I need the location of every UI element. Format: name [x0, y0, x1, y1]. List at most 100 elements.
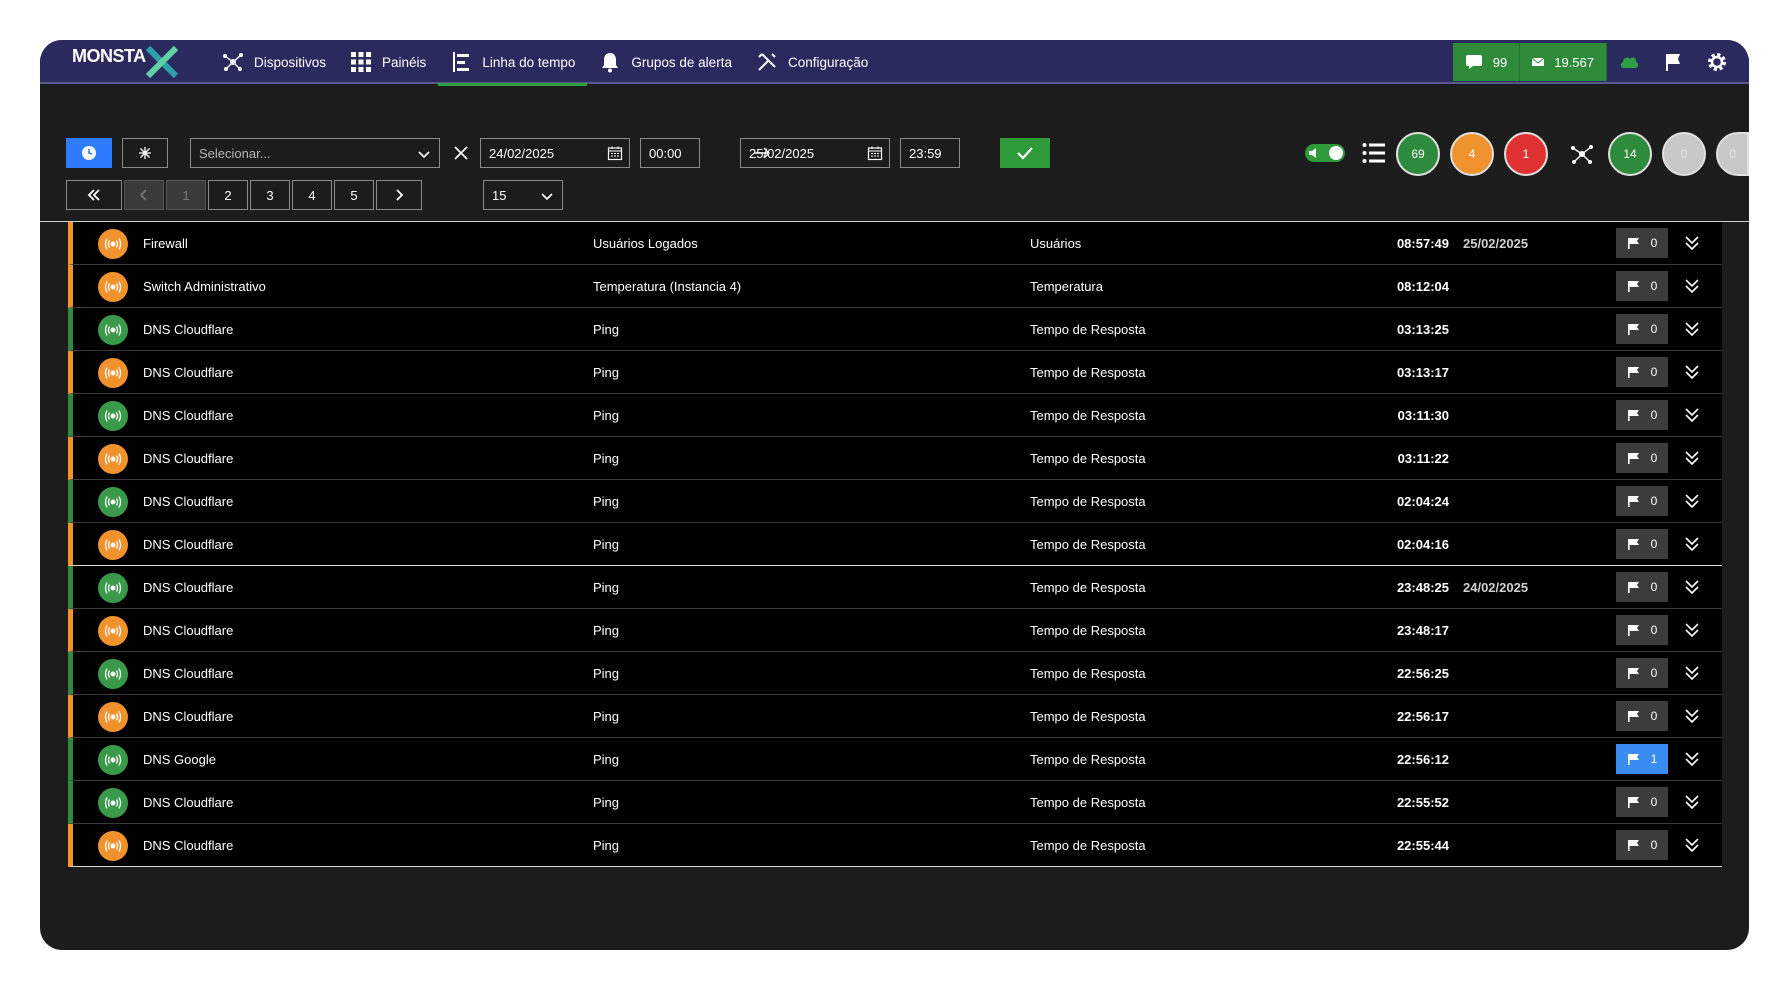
per-page-select[interactable]: 15	[483, 180, 563, 210]
sound-toggle[interactable]	[1305, 144, 1345, 162]
email-counter[interactable]: 19.567	[1520, 43, 1607, 81]
page-2[interactable]: 2	[208, 180, 248, 210]
timeline-row[interactable]: Firewall Usuários Logados Usuários 08:57…	[68, 222, 1722, 265]
timeline-row[interactable]: DNS Cloudflare Ping Tempo de Resposta 03…	[68, 351, 1722, 394]
flag-count-button[interactable]: 0	[1616, 658, 1668, 688]
page-5[interactable]: 5	[334, 180, 374, 210]
monitor-name: Ping	[593, 493, 620, 509]
nav-dispositivos[interactable]: Dispositivos	[210, 40, 338, 84]
event-time: 22:55:44	[1396, 837, 1449, 853]
double-chevron-down-icon[interactable]	[1683, 621, 1701, 639]
signal-icon	[104, 410, 122, 422]
chevron-down-icon	[418, 151, 430, 159]
prev-page-button[interactable]	[124, 180, 164, 210]
device-ok-counter[interactable]: 14	[1608, 132, 1652, 176]
time-mode-button[interactable]	[66, 138, 112, 168]
timeline-row[interactable]: DNS Cloudflare Ping Tempo de Resposta 22…	[68, 781, 1722, 824]
start-date-input[interactable]: 24/02/2025	[480, 138, 630, 168]
page-3[interactable]: 3	[250, 180, 290, 210]
flag-button[interactable]	[1651, 40, 1695, 84]
double-chevron-down-icon[interactable]	[1683, 277, 1701, 295]
cloud-button[interactable]	[1607, 40, 1651, 84]
settings-button[interactable]	[1695, 40, 1739, 84]
device-paused-counter[interactable]: 0	[1716, 132, 1749, 176]
timeline-row[interactable]: DNS Cloudflare Ping Tempo de Resposta 02…	[68, 523, 1722, 566]
next-page-button[interactable]	[376, 180, 422, 210]
monitor-name: Usuários Logados	[593, 235, 698, 251]
signal-icon	[104, 324, 122, 336]
double-chevron-down-icon[interactable]	[1683, 535, 1701, 553]
list-icon[interactable]	[1362, 142, 1386, 164]
flag-count-button[interactable]: 0	[1616, 486, 1668, 516]
double-chevron-down-icon[interactable]	[1683, 793, 1701, 811]
flag-count: 0	[1650, 623, 1658, 637]
flag-count-button[interactable]: 0	[1616, 271, 1668, 301]
flag-count: 0	[1650, 537, 1658, 551]
double-chevron-down-icon[interactable]	[1683, 750, 1701, 768]
double-chevron-down-icon[interactable]	[1683, 363, 1701, 381]
first-page-button[interactable]	[66, 180, 122, 210]
clear-icon[interactable]	[452, 144, 470, 162]
flag-count-button[interactable]: 0	[1616, 357, 1668, 387]
toggle-knob	[1329, 146, 1343, 160]
flag-count-button[interactable]: 0	[1616, 228, 1668, 258]
monitor-name: Ping	[593, 665, 620, 681]
network-icon[interactable]	[1570, 142, 1594, 166]
sms-counter[interactable]: 99	[1452, 43, 1521, 81]
double-chevron-down-icon[interactable]	[1683, 492, 1701, 510]
double-chevron-left-icon	[87, 189, 100, 201]
flag-icon	[1627, 410, 1639, 421]
flag-count-button[interactable]: 1	[1616, 744, 1668, 774]
double-chevron-down-icon[interactable]	[1683, 406, 1701, 424]
device-select[interactable]: Selecionar...	[190, 138, 440, 168]
nav-paineis[interactable]: Painéis	[338, 40, 438, 84]
timeline-row[interactable]: DNS Cloudflare Ping Tempo de Resposta 22…	[68, 824, 1722, 867]
flag-count-button[interactable]: 0	[1616, 314, 1668, 344]
timeline-row[interactable]: Switch Administrativo Temperatura (Insta…	[68, 265, 1722, 308]
double-chevron-down-icon[interactable]	[1683, 578, 1701, 596]
device-unknown-counter[interactable]: 0	[1662, 132, 1706, 176]
end-time-input[interactable]: 23:59	[900, 138, 960, 168]
timeline-row[interactable]: DNS Cloudflare Ping Tempo de Resposta 03…	[68, 308, 1722, 351]
chevron-left-icon	[139, 189, 147, 201]
page-1[interactable]: 1	[166, 180, 206, 210]
end-date-input[interactable]: 25/02/2025	[740, 138, 890, 168]
double-chevron-down-icon[interactable]	[1683, 320, 1701, 338]
timeline-row[interactable]: DNS Cloudflare Ping Tempo de Resposta 02…	[68, 480, 1722, 523]
nav-grupos-de-alerta[interactable]: Grupos de alerta	[587, 40, 744, 84]
flag-count-button[interactable]: 0	[1616, 787, 1668, 817]
timeline-row[interactable]: DNS Cloudflare Ping Tempo de Resposta 03…	[68, 437, 1722, 480]
snowflake-button[interactable]	[122, 138, 168, 168]
timeline-row[interactable]: DNS Cloudflare Ping Tempo de Resposta 23…	[68, 609, 1722, 652]
critical-counter[interactable]: 1	[1504, 132, 1548, 176]
status-icon-wrap	[98, 702, 128, 732]
double-chevron-down-icon[interactable]	[1683, 707, 1701, 725]
double-chevron-down-icon[interactable]	[1683, 234, 1701, 252]
flag-count-button[interactable]: 0	[1616, 443, 1668, 473]
double-chevron-down-icon[interactable]	[1683, 449, 1701, 467]
flag-count-button[interactable]: 0	[1616, 572, 1668, 602]
start-time-input[interactable]: 00:00	[640, 138, 700, 168]
timeline-row[interactable]: DNS Google Ping Tempo de Resposta 22:56:…	[68, 738, 1722, 781]
logo[interactable]: MONSTA	[72, 45, 179, 79]
timeline-row[interactable]: DNS Cloudflare Ping Tempo de Resposta 22…	[68, 652, 1722, 695]
warn-counter[interactable]: 4	[1450, 132, 1494, 176]
timeline-row[interactable]: DNS Cloudflare Ping Tempo de Resposta 23…	[68, 566, 1722, 609]
nav-linha-do-tempo[interactable]: Linha do tempo	[438, 40, 588, 86]
double-chevron-down-icon[interactable]	[1683, 664, 1701, 682]
flag-count-button[interactable]: 0	[1616, 400, 1668, 430]
double-chevron-down-icon[interactable]	[1683, 836, 1701, 854]
ok-counter[interactable]: 69	[1396, 132, 1440, 176]
flag-count-button[interactable]: 0	[1616, 701, 1668, 731]
event-time: 22:55:52	[1396, 794, 1449, 810]
flag-count-button[interactable]: 0	[1616, 830, 1668, 860]
device-name: DNS Cloudflare	[143, 450, 234, 466]
event-time: 03:11:22	[1397, 450, 1449, 466]
flag-count-button[interactable]: 0	[1616, 615, 1668, 645]
page-4[interactable]: 4	[292, 180, 332, 210]
timeline-row[interactable]: DNS Cloudflare Ping Tempo de Resposta 03…	[68, 394, 1722, 437]
flag-count-button[interactable]: 0	[1616, 529, 1668, 559]
apply-filter-button[interactable]	[1000, 138, 1050, 168]
nav-configuracao[interactable]: Configuração	[744, 40, 880, 84]
timeline-row[interactable]: DNS Cloudflare Ping Tempo de Resposta 22…	[68, 695, 1722, 738]
